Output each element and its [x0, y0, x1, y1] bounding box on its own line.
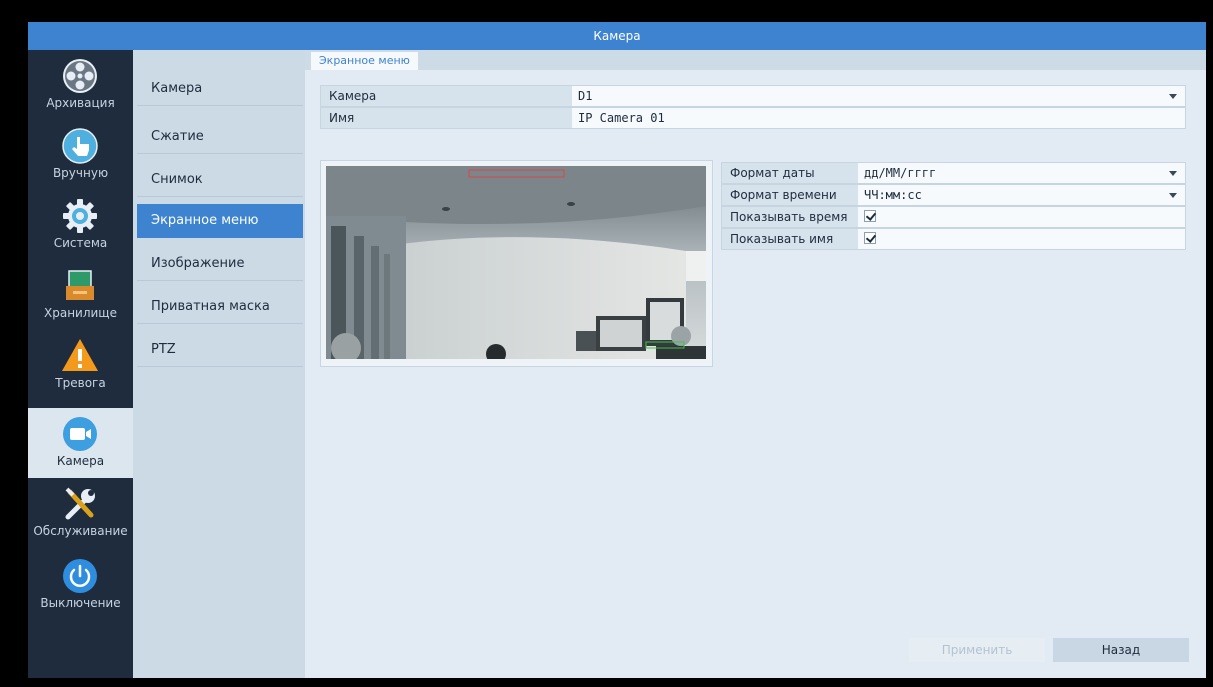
power-icon — [63, 559, 97, 593]
hand-pointer-icon — [62, 128, 98, 164]
submenu-item-privacy-mask[interactable]: Приватная маска — [137, 290, 303, 324]
date-format-value: дд/ММ/гггг — [864, 166, 937, 180]
tab-bar: Экранное меню — [305, 50, 1206, 70]
show-name-label: Показывать имя — [722, 229, 858, 249]
sidebar-item-shutdown[interactable]: Выключение — [28, 550, 133, 620]
sidebar-item-manual[interactable]: Вручную — [28, 120, 133, 190]
date-format-row: Формат даты дд/ММ/гггг — [721, 162, 1186, 184]
submenu-item-compression[interactable]: Сжатие — [137, 120, 303, 154]
warning-icon — [62, 339, 98, 371]
time-format-row: Формат времени ЧЧ:мм:сс — [721, 184, 1186, 206]
time-format-value: ЧЧ:мм:сс — [864, 188, 922, 202]
storage-icon — [66, 270, 94, 300]
sidebar-item-camera[interactable]: Камера — [28, 408, 133, 478]
submenu-item-ptz[interactable]: PTZ — [137, 333, 303, 367]
show-time-checkbox[interactable] — [864, 210, 876, 222]
sidebar-item-label: Камера — [56, 454, 105, 468]
show-name-row: Показывать имя — [721, 228, 1186, 250]
camera-label: Камера — [321, 86, 572, 106]
time-format-label: Формат времени — [722, 185, 858, 205]
show-name-cell — [858, 229, 1185, 249]
sidebar-item-label: Выключение — [40, 596, 121, 610]
name-field[interactable]: IP Camera 01 — [572, 108, 1185, 128]
sidebar-item-system[interactable]: Система — [28, 190, 133, 260]
show-name-checkbox[interactable] — [864, 232, 876, 244]
sidebar-item-storage[interactable]: Хранилище — [28, 260, 133, 330]
sidebar-item-archive[interactable]: Архивация — [28, 50, 133, 120]
time-format-select[interactable]: ЧЧ:мм:сс — [858, 185, 1185, 205]
chevron-down-icon — [1169, 94, 1177, 99]
gear-icon — [63, 199, 97, 233]
video-camera-icon — [63, 417, 97, 451]
sidebar-item-label: Вручную — [52, 166, 109, 180]
window-title: Камера — [28, 22, 1206, 50]
chevron-down-icon — [1169, 193, 1177, 198]
content-panel: Экранное меню Камера D1 Имя IP Camera 01 — [305, 50, 1206, 678]
submenu-item-osd[interactable]: Экранное меню — [137, 204, 303, 238]
sidebar-item-label: Система — [53, 236, 108, 250]
name-row: Имя IP Camera 01 — [320, 107, 1186, 129]
sidebar-item-maintenance[interactable]: Обслуживание — [28, 478, 133, 548]
sidebar-item-label: Обслуживание — [33, 524, 128, 538]
sidebar-item-alarm[interactable]: Тревога — [28, 330, 133, 400]
sidebar-item-label: Тревога — [55, 376, 106, 390]
submenu-item-image[interactable]: Изображение — [137, 247, 303, 281]
camera-preview-frame — [320, 160, 713, 367]
chevron-down-icon — [1169, 171, 1177, 176]
camera-settings-window: Камера Архивация Вручную Система Хранили… — [28, 22, 1206, 678]
tools-icon — [65, 487, 95, 520]
camera-select-value: D1 — [578, 89, 593, 103]
show-time-label: Показывать время — [722, 207, 858, 227]
film-reel-icon — [63, 59, 97, 93]
name-label: Имя — [321, 108, 572, 128]
camera-submenu: Камера Сжатие Снимок Экранное меню Изобр… — [133, 50, 305, 678]
show-time-row: Показывать время — [721, 206, 1186, 228]
camera-preview-image[interactable] — [326, 166, 706, 359]
sidebar-item-label: Архивация — [46, 96, 115, 110]
date-format-label: Формат даты — [722, 163, 858, 183]
sidebar-item-label: Хранилище — [44, 306, 117, 320]
back-button[interactable]: Назад — [1053, 638, 1189, 662]
submenu-item-snapshot[interactable]: Снимок — [137, 163, 303, 197]
tab-osd[interactable]: Экранное меню — [311, 52, 418, 70]
main-sidebar: Архивация Вручную Система Хранилище Трев… — [28, 50, 133, 678]
submenu-item-camera[interactable]: Камера — [137, 72, 303, 106]
date-format-select[interactable]: дд/ММ/гггг — [858, 163, 1185, 183]
apply-button[interactable]: Применить — [909, 638, 1045, 662]
camera-select-row: Камера D1 — [320, 85, 1186, 107]
camera-select[interactable]: D1 — [572, 86, 1185, 106]
show-time-cell — [858, 207, 1185, 227]
